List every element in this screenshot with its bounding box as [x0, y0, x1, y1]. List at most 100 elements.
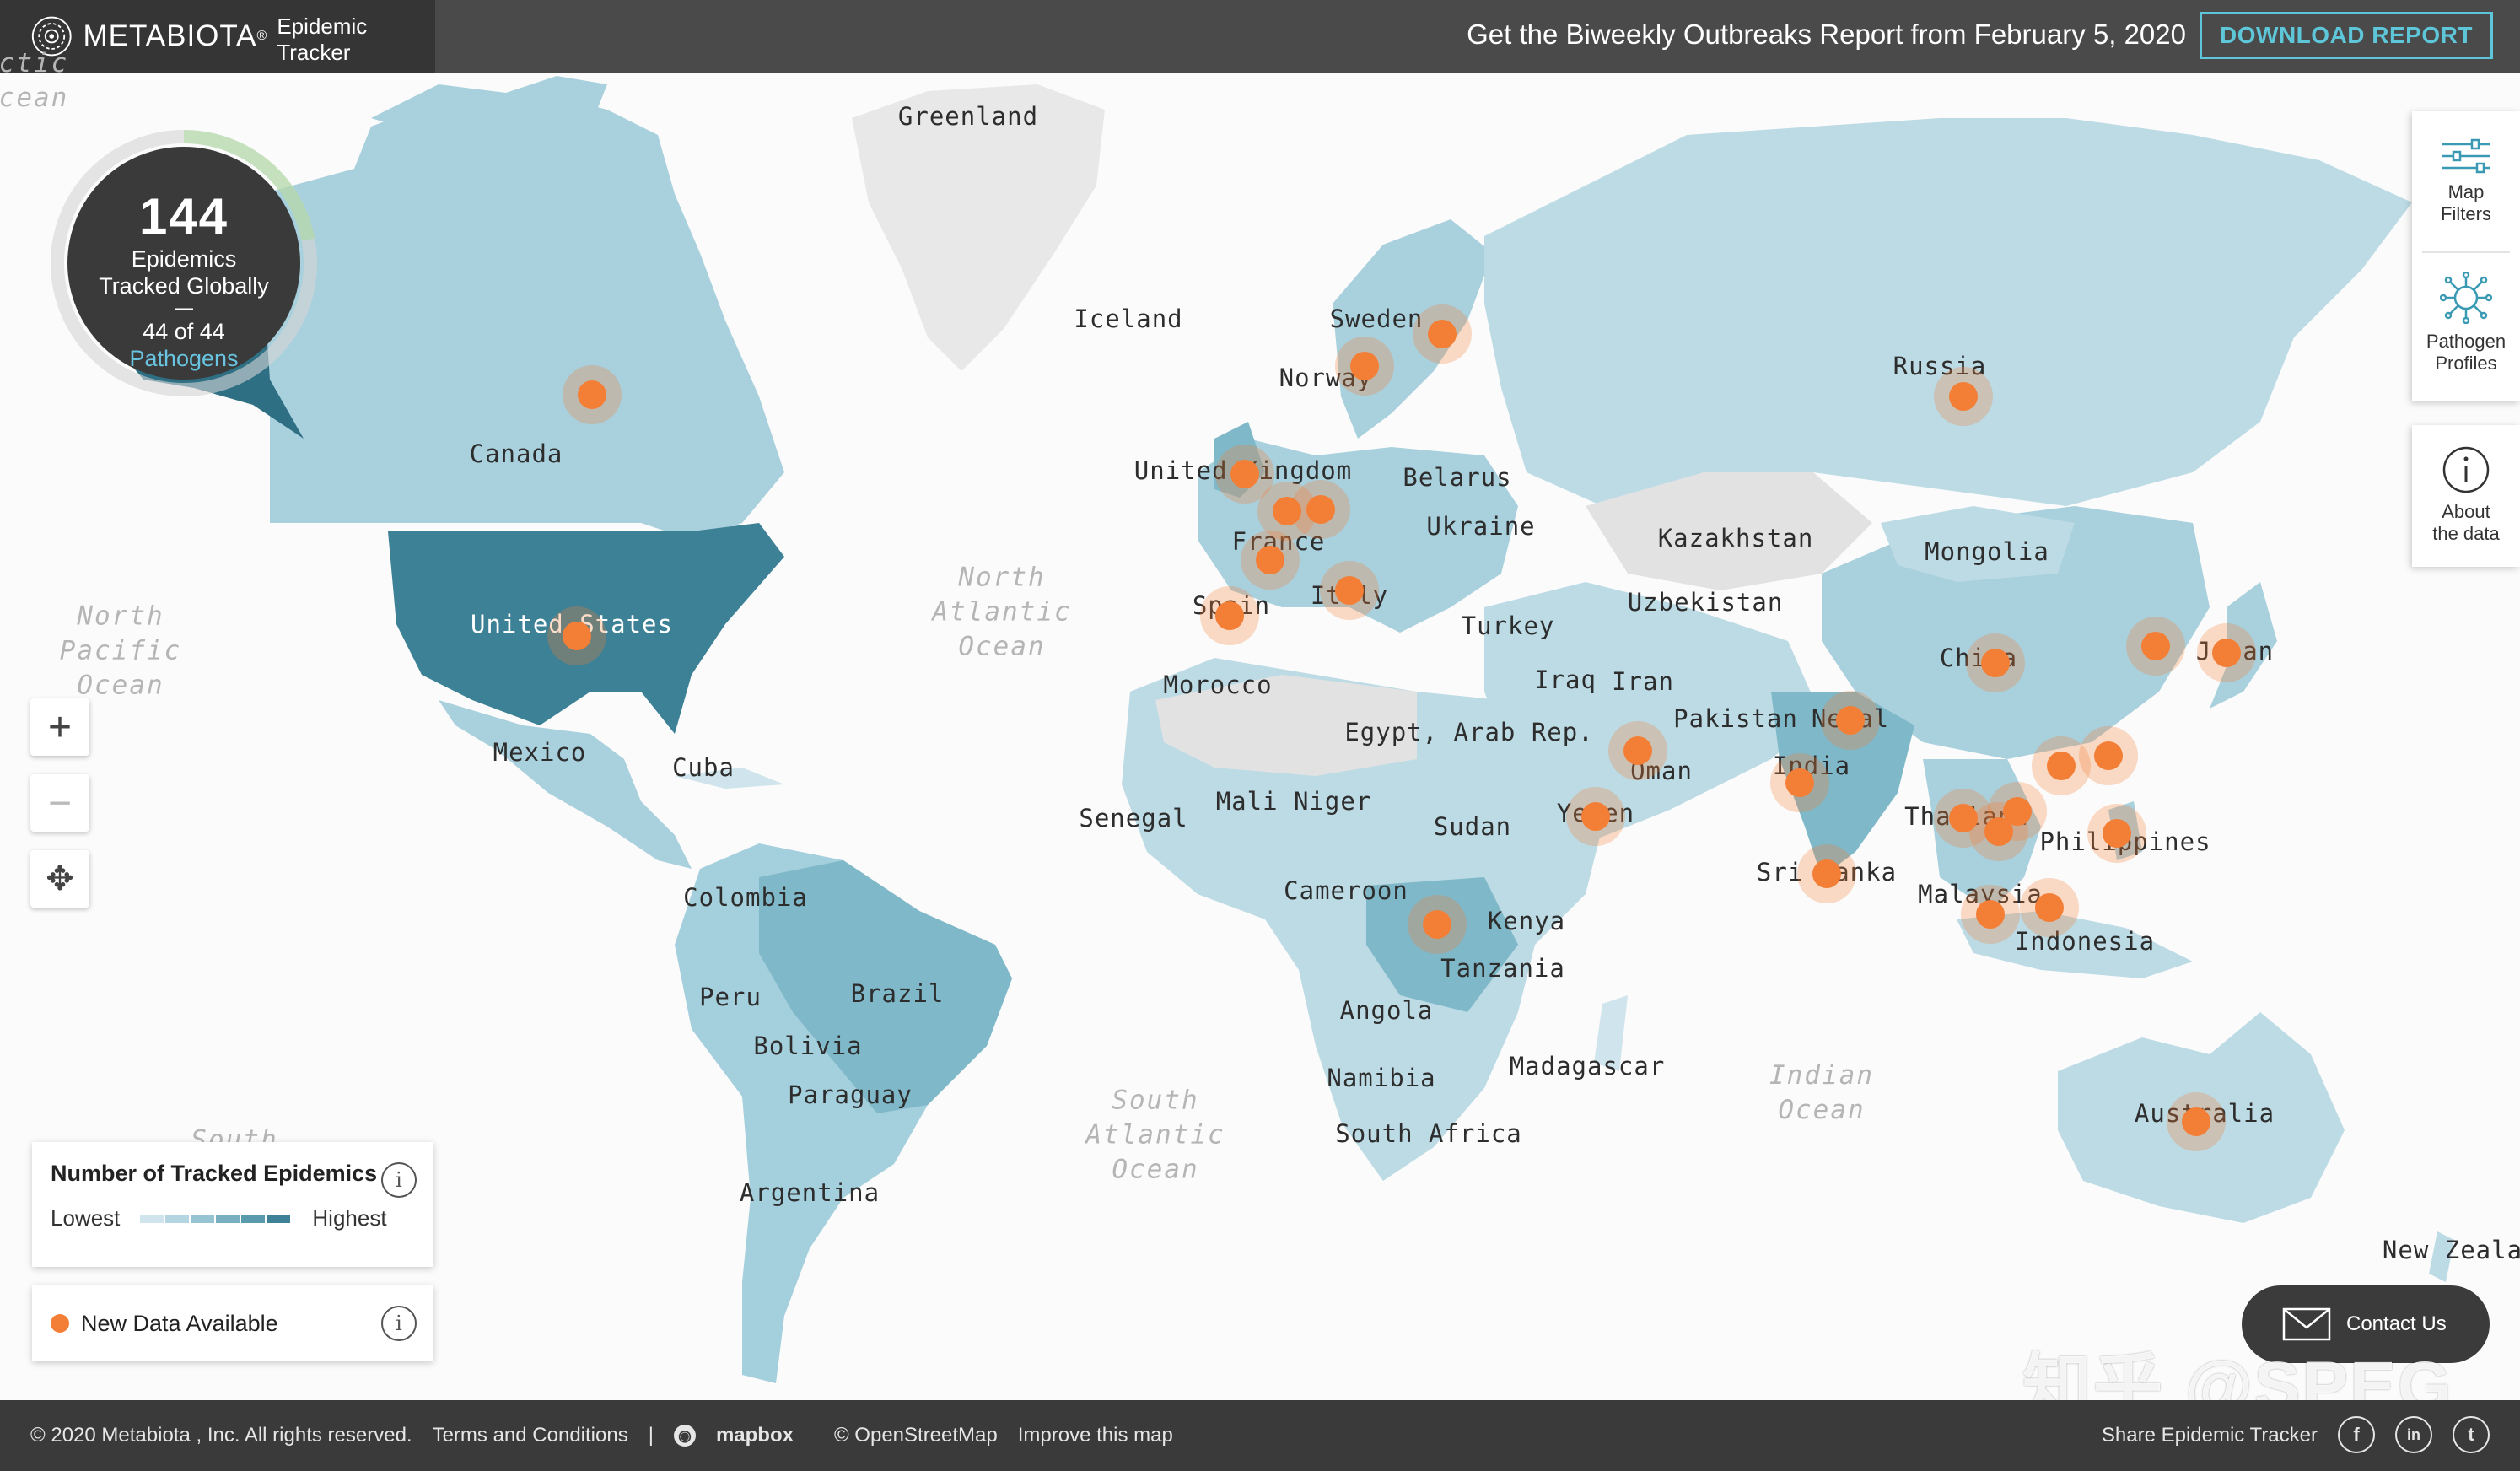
map-label-cameroon[interactable]: Cameroon: [1284, 876, 1408, 905]
epidemic-marker-italy[interactable]: [1320, 561, 1379, 620]
epidemic-marker-nepal[interactable]: [1821, 691, 1880, 750]
mexico-shape: [439, 700, 692, 869]
pathogen-profiles-button[interactable]: Pathogen Profiles: [2412, 253, 2520, 393]
ocean-label-indian: Indian Ocean: [1769, 1060, 1874, 1125]
ocean-label-arctic-edge: ctic cean: [0, 48, 69, 113]
epidemic-marker-norway[interactable]: [1335, 337, 1394, 396]
map-label-pakistan[interactable]: Pakistan: [1673, 704, 1798, 733]
map-label-bolivia[interactable]: Bolivia: [753, 1032, 862, 1060]
download-report-button[interactable]: DOWNLOAD REPORT: [2200, 12, 2493, 59]
map-label-mexico[interactable]: Mexico: [493, 738, 587, 767]
map-label-iran[interactable]: Iran: [1612, 667, 1674, 696]
counter-inner: 144 Epidemics Tracked Globally — 44 of 4…: [67, 147, 300, 380]
ocean-label-south-atlantic: South Atlantic Ocean: [1085, 1085, 1225, 1185]
map-label-senegal[interactable]: Senegal: [1079, 804, 1187, 832]
map-label-iraq[interactable]: Iraq: [1534, 665, 1597, 694]
map-label-kazakhstan[interactable]: Kazakhstan: [1658, 524, 1814, 552]
map-label-morocco[interactable]: Morocco: [1163, 671, 1272, 699]
counter-dash: —: [175, 297, 193, 318]
info-icon[interactable]: i: [381, 1162, 417, 1198]
new-data-panel: New Data Available i: [32, 1285, 433, 1361]
epidemic-marker-malaysia[interactable]: [1961, 885, 2020, 944]
epidemic-marker-taiwan[interactable]: [2079, 726, 2138, 785]
brand-registered-mark: ®: [256, 29, 267, 43]
legend-swatch: [241, 1214, 266, 1223]
epidemic-marker-france[interactable]: [1241, 531, 1300, 590]
footer: © 2020 Metabiota , Inc. All rights reser…: [0, 1400, 2520, 1471]
map-label-uzbekistan[interactable]: Uzbekistan: [1628, 588, 1784, 617]
map-label-namibia[interactable]: Namibia: [1327, 1064, 1435, 1092]
map-label-madagascar[interactable]: Madagascar: [1510, 1052, 1666, 1080]
new-data-dot-icon: [51, 1314, 69, 1333]
map-label-kenya[interactable]: Kenya: [1488, 907, 1565, 935]
epidemic-marker-sri-lanka[interactable]: [1797, 844, 1856, 903]
map-label-turkey[interactable]: Turkey: [1462, 612, 1555, 640]
mapbox-link[interactable]: ◉ mapbox: [673, 1424, 814, 1447]
map-label-colombia[interactable]: Colombia: [683, 883, 808, 912]
map-label-mongolia[interactable]: Mongolia: [1925, 537, 2049, 566]
epidemic-marker-uae[interactable]: [1608, 721, 1667, 780]
legend-swatch: [140, 1214, 164, 1223]
canada-shape: [253, 93, 784, 540]
legend-swatch: [165, 1214, 190, 1223]
terms-link[interactable]: Terms and Conditions: [433, 1424, 628, 1447]
share-label: Share Epidemic Tracker: [2101, 1424, 2318, 1447]
map-label-brazil[interactable]: Brazil: [851, 979, 945, 1008]
map-label-greenland[interactable]: Greenland: [898, 102, 1038, 131]
epidemic-marker-canada[interactable]: [563, 365, 622, 424]
map-label-belarus[interactable]: Belarus: [1403, 463, 1511, 492]
map-label-new-zealand[interactable]: New Zeala: [2383, 1236, 2520, 1264]
about-data-button[interactable]: About the data: [2412, 425, 2520, 565]
info-icon[interactable]: i: [381, 1306, 417, 1341]
map-label-peru[interactable]: Peru: [699, 983, 762, 1011]
map-label-mali-niger[interactable]: Mali Niger: [1216, 787, 1372, 816]
map-label-sudan[interactable]: Sudan: [1434, 812, 1511, 841]
side-tool-panel: Map Filters Pathogen Profiles: [2412, 111, 2520, 401]
epidemic-marker-japan[interactable]: [2197, 623, 2256, 682]
facebook-icon[interactable]: f: [2338, 1416, 2375, 1453]
epidemic-marker-china[interactable]: [1966, 633, 2025, 692]
map-label-cuba[interactable]: Cuba: [672, 753, 735, 782]
zoom-in-button[interactable]: +: [30, 698, 89, 756]
epidemic-marker-cambodia[interactable]: [1969, 802, 2028, 861]
epidemic-marker-yemen[interactable]: [1566, 787, 1625, 846]
twitter-icon[interactable]: t: [2453, 1416, 2490, 1453]
legend-swatch: [216, 1214, 240, 1223]
map-label-canada[interactable]: Canada: [470, 439, 563, 468]
epidemic-marker-india[interactable]: [1770, 753, 1829, 812]
pathogens-link[interactable]: Pathogens: [67, 345, 300, 372]
epidemic-marker-russia[interactable]: [1934, 367, 1993, 426]
epidemic-marker-germany[interactable]: [1291, 480, 1350, 539]
new-data-label: New Data Available: [81, 1310, 278, 1336]
epidemic-marker-drc[interactable]: [1408, 895, 1467, 954]
legend-title: Number of Tracked Epidemics: [51, 1161, 378, 1186]
epidemic-marker-philippines[interactable]: [2087, 804, 2146, 863]
info-circle-icon: [2442, 446, 2490, 493]
map-label-angola[interactable]: Angola: [1340, 996, 1434, 1025]
epidemic-marker-united-states[interactable]: [547, 606, 606, 665]
report-promo-text: Get the Biweekly Outbreaks Report from F…: [1467, 19, 2186, 50]
pan-move-icon[interactable]: ✥: [30, 850, 89, 908]
map-label-egypt[interactable]: Egypt, Arab Rep.: [1344, 718, 1593, 746]
sliders-icon: [2442, 138, 2490, 174]
epidemic-tracker-app: METABIOTA ® Epidemic Tracker Get the Biwe…: [0, 0, 2520, 1471]
epidemic-marker-indonesia[interactable]: [2020, 878, 2079, 937]
openstreetmap-link[interactable]: © OpenStreetMap: [834, 1424, 998, 1447]
epidemic-marker-spain[interactable]: [1200, 586, 1259, 645]
epidemic-marker-australia[interactable]: [2167, 1092, 2226, 1151]
global-epidemic-counter[interactable]: 144 Epidemics Tracked Globally — 44 of 4…: [49, 128, 319, 398]
map-label-paraguay[interactable]: Paraguay: [788, 1080, 913, 1109]
epidemic-marker-sweden[interactable]: [1413, 304, 1472, 364]
map-label-tanzania[interactable]: Tanzania: [1440, 954, 1565, 983]
map-label-ukraine[interactable]: Ukraine: [1426, 512, 1535, 541]
map-label-iceland[interactable]: Iceland: [1074, 304, 1182, 333]
zoom-out-button[interactable]: −: [30, 774, 89, 832]
copyright-text: © 2020 Metabiota , Inc. All rights reser…: [30, 1424, 412, 1447]
map-label-sweden[interactable]: Sweden: [1330, 304, 1424, 333]
epidemic-marker-korea[interactable]: [2126, 617, 2185, 676]
map-filters-button[interactable]: Map Filters: [2412, 111, 2520, 251]
map-label-argentina[interactable]: Argentina: [740, 1178, 880, 1207]
improve-map-link[interactable]: Improve this map: [1018, 1424, 1173, 1447]
linkedin-icon[interactable]: in: [2395, 1416, 2432, 1453]
map-label-south-africa[interactable]: South Africa: [1335, 1119, 1522, 1148]
